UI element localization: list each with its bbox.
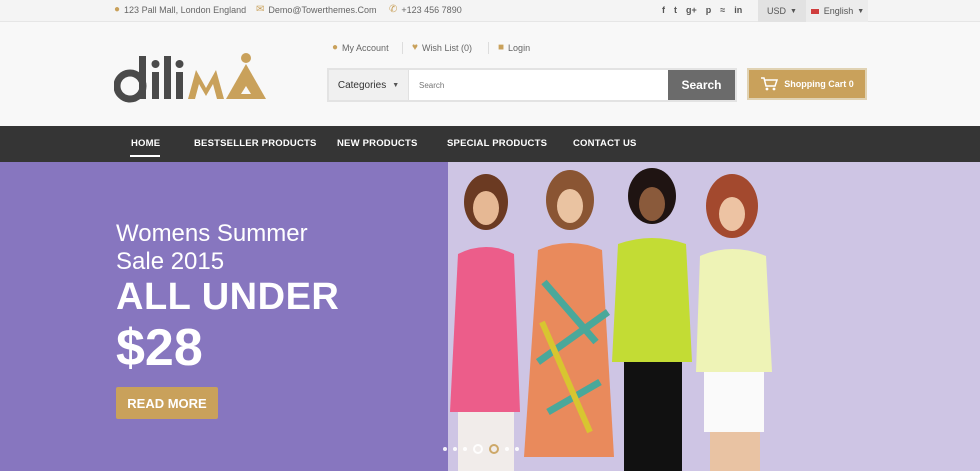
login-link[interactable]: ■ Login: [498, 42, 530, 53]
divider: [488, 42, 489, 54]
social-links: f t g+ p ≈ in: [662, 5, 742, 16]
slider-dot[interactable]: [505, 447, 509, 451]
categories-label: Categories: [337, 79, 387, 91]
hero-subtitle: Womens Summer Sale 2015: [116, 220, 308, 275]
slider-dot-active[interactable]: [473, 444, 483, 454]
linkedin-icon[interactable]: in: [734, 5, 742, 16]
nav-item-special-products[interactable]: SPECIAL PRODUCTS: [447, 138, 547, 149]
main-nav: HOME BESTSELLER PRODUCTS NEW PRODUCTS SP…: [0, 126, 980, 162]
my-account-link[interactable]: ● My Account: [332, 42, 389, 53]
slider-dot[interactable]: [489, 444, 499, 454]
address: ● 123 Pall Mall, London England: [114, 4, 247, 16]
chevron-down-icon: ▼: [790, 7, 797, 15]
slider-dot[interactable]: [453, 447, 457, 451]
hero-headline: ALL UNDER: [116, 276, 340, 318]
search-button[interactable]: Search: [668, 70, 735, 100]
uk-flag-icon: [809, 7, 820, 15]
google-plus-icon[interactable]: g+: [686, 5, 697, 16]
email[interactable]: ✉ Demo@Towerthemes.Com: [256, 4, 377, 16]
language-dropdown[interactable]: English ▼: [806, 0, 868, 22]
categories-dropdown[interactable]: Categories ▼: [329, 70, 409, 100]
divider: [402, 42, 403, 54]
cart-label: Shopping Cart 0: [784, 79, 854, 89]
nav-item-contact[interactable]: CONTACT US: [573, 138, 637, 149]
wish-list-label: Wish List (0): [421, 42, 472, 53]
chevron-down-icon: ▼: [857, 7, 865, 15]
slider-pagination: [443, 444, 519, 454]
facebook-icon[interactable]: f: [662, 5, 665, 16]
email-text[interactable]: Demo@Towerthemes.Com: [268, 5, 376, 15]
phone-icon: ✆: [389, 4, 398, 15]
top-bar: ● 123 Pall Mall, London England ✉ Demo@T…: [0, 0, 980, 22]
shopping-cart-button[interactable]: Shopping Cart 0: [747, 68, 867, 100]
nav-item-new-products[interactable]: NEW PRODUCTS: [337, 138, 418, 149]
currency-label: USD: [767, 6, 787, 16]
user-icon: ●: [332, 42, 339, 53]
search-input[interactable]: [409, 70, 668, 100]
slider-dot[interactable]: [443, 447, 447, 451]
envelope-icon: ✉: [256, 4, 265, 15]
search-bar: Categories ▼ Search: [327, 68, 737, 102]
chevron-down-icon: ▼: [392, 81, 400, 89]
nav-item-home[interactable]: HOME: [131, 138, 160, 149]
header: ● My Account ♥ Wish List (0) ■ Login Cat…: [0, 22, 980, 126]
active-indicator: [130, 155, 160, 157]
site-logo[interactable]: [114, 50, 278, 104]
my-account-label: My Account: [342, 42, 389, 53]
lock-icon: ■: [498, 42, 505, 53]
address-text: 123 Pall Mall, London England: [124, 5, 247, 15]
rss-icon[interactable]: ≈: [720, 5, 725, 16]
hero-slider: Womens Summer Sale 2015 ALL UNDER $28 RE…: [0, 162, 980, 471]
read-more-button[interactable]: READ MORE: [116, 387, 218, 419]
hero-models-image: [450, 168, 772, 471]
globe-icon: ●: [114, 4, 121, 15]
nav-item-bestseller[interactable]: BESTSELLER PRODUCTS: [194, 138, 317, 149]
phone: ✆ +123 456 7890: [389, 4, 462, 16]
language-label: English: [823, 6, 854, 16]
cart-icon: [761, 77, 779, 91]
phone-text: +123 456 7890: [401, 5, 462, 15]
slider-dot[interactable]: [463, 447, 467, 451]
login-label: Login: [508, 42, 531, 53]
slider-dot[interactable]: [515, 447, 519, 451]
wish-list-link[interactable]: ♥ Wish List (0): [412, 42, 472, 53]
currency-dropdown[interactable]: USD ▼: [758, 0, 806, 22]
hero-price: $28: [116, 319, 203, 377]
twitter-icon[interactable]: t: [674, 5, 677, 16]
heart-icon: ♥: [412, 42, 418, 53]
pinterest-icon[interactable]: p: [706, 5, 712, 16]
